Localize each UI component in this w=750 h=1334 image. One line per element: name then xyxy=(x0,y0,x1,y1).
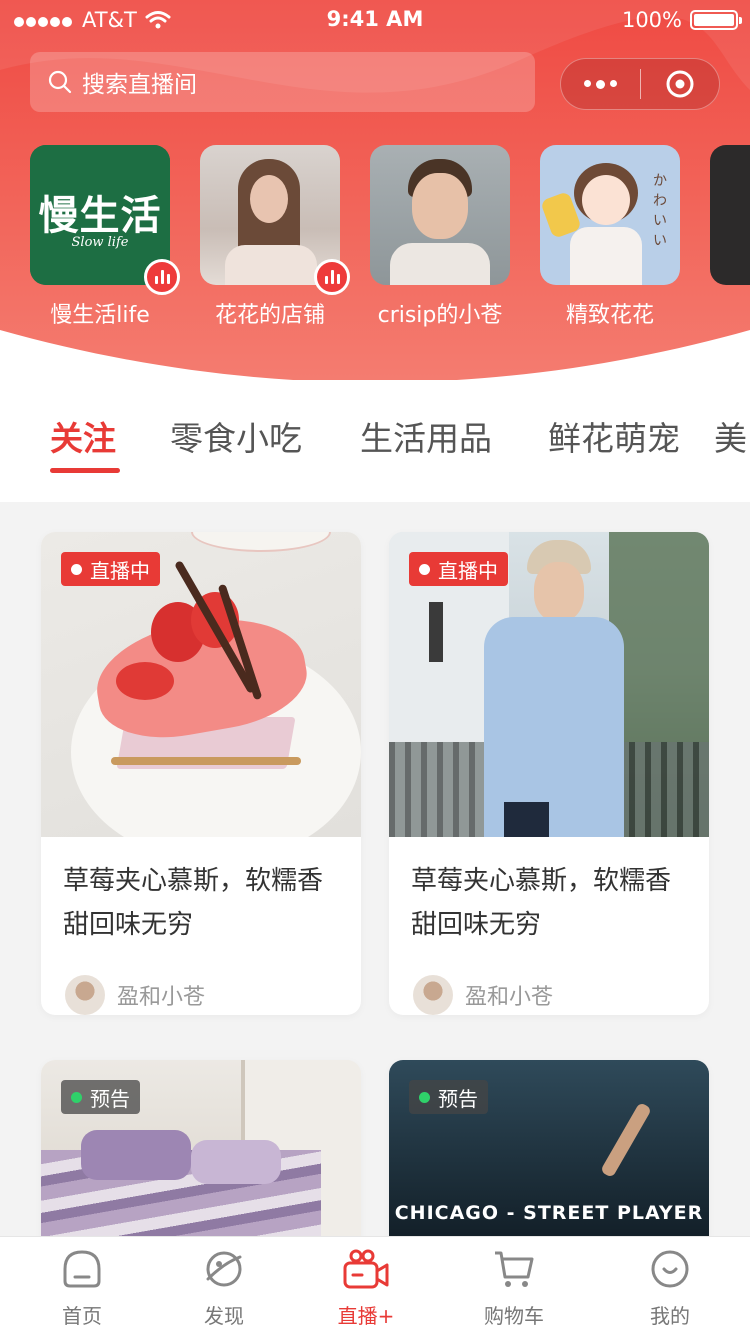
tabbar-cart[interactable]: 购物车 xyxy=(454,1247,574,1329)
tabbar-discover[interactable]: 发现 xyxy=(164,1247,284,1329)
avatar xyxy=(413,975,453,1015)
live-dot-icon xyxy=(419,563,430,575)
logo-subtext: Slow life xyxy=(71,235,129,250)
battery-percent: 100% xyxy=(621,8,682,32)
tab-label: 直播+ xyxy=(337,1304,395,1328)
tab-label: 首页 xyxy=(62,1304,102,1328)
tab-beauty[interactable]: 美 xyxy=(714,412,747,460)
card-author: 盈和小苍 xyxy=(41,963,361,1015)
avatar: 慢生活 Slow life xyxy=(30,145,180,295)
cover-image: 直播中 xyxy=(389,532,709,837)
story-item[interactable] xyxy=(710,145,750,285)
avatar xyxy=(65,975,105,1015)
cover-image: 直播中 xyxy=(41,532,361,837)
live-stories-row: 慢生活 Slow life 慢生活life 花花的店铺 crisip的小苍 か … xyxy=(0,145,750,335)
tabbar-me[interactable]: 我的 xyxy=(610,1247,730,1329)
search-bar[interactable]: 搜索直播间 xyxy=(30,52,535,112)
badge-label: 预告 xyxy=(90,1086,130,1111)
tab-label: 发现 xyxy=(204,1304,244,1328)
cover-image: CHICAGO - STREET PLAYER 预告 xyxy=(389,1060,709,1260)
cart-icon xyxy=(495,1251,534,1287)
live-indicator-icon xyxy=(314,259,350,295)
miniapp-capsule xyxy=(560,58,720,110)
category-tabs: 关注 零食小吃 生活用品 鲜花萌宠 美 xyxy=(0,380,750,502)
cover-overlay-text: CHICAGO - STREET PLAYER xyxy=(394,1202,704,1224)
status-bar: AT&T 9:41 AM 100% xyxy=(0,0,750,40)
preview-card[interactable]: 预告 xyxy=(41,1060,361,1260)
preview-badge: 预告 xyxy=(61,1080,140,1114)
tab-follow[interactable]: 关注 xyxy=(50,412,116,460)
card-author: 盈和小苍 xyxy=(389,963,709,1015)
live-badge: 直播中 xyxy=(409,552,508,586)
author-name: 盈和小苍 xyxy=(465,985,554,1010)
badge-label: 预告 xyxy=(438,1086,478,1111)
bottom-tab-bar: 首页 发现 直播+ 购物车 我的 xyxy=(0,1236,750,1334)
card-title: 草莓夹心慕斯，软糯香甜回味无穷 xyxy=(411,866,672,940)
hero-header: AT&T 9:41 AM 100% 搜索直播间 慢生活 Slow life 慢生… xyxy=(0,0,750,380)
story-name: crisip的小苍 xyxy=(377,303,503,328)
live-card[interactable]: 直播中 草莓夹心慕斯，软糯香甜回味无穷 盈和小苍 xyxy=(389,532,709,1015)
story-name: 慢生活life xyxy=(50,303,150,328)
badge-label: 直播中 xyxy=(438,558,498,583)
tab-label: 我的 xyxy=(650,1304,690,1328)
video-camera-icon xyxy=(343,1249,389,1289)
live-card[interactable]: 直播中 草莓夹心慕斯，软糯香甜回味无穷 盈和小苍 xyxy=(41,532,361,1015)
author-name: 盈和小苍 xyxy=(117,985,206,1010)
battery-icon xyxy=(690,10,742,30)
search-icon xyxy=(48,70,72,94)
logo-text: 慢生活 xyxy=(38,193,162,239)
home-icon xyxy=(63,1250,101,1288)
preview-badge: 预告 xyxy=(409,1080,488,1114)
avatar xyxy=(200,145,350,295)
avatar xyxy=(370,145,510,285)
badge-label: 直播中 xyxy=(90,558,150,583)
tab-flowers-pets[interactable]: 鲜花萌宠 xyxy=(548,412,680,460)
preview-card[interactable]: CHICAGO - STREET PLAYER 预告 xyxy=(389,1060,709,1260)
tab-daily-goods[interactable]: 生活用品 xyxy=(360,412,492,460)
cover-image: 预告 xyxy=(41,1060,361,1260)
avatar xyxy=(710,145,750,285)
avatar: かわいい xyxy=(540,145,680,285)
tab-label: 购物车 xyxy=(484,1304,544,1328)
story-name: 精致花花 xyxy=(565,303,654,328)
preview-dot-icon xyxy=(71,1091,82,1103)
live-badge: 直播中 xyxy=(61,552,160,586)
preview-dot-icon xyxy=(419,1091,430,1103)
story-item[interactable]: 慢生活 Slow life 慢生活life xyxy=(30,145,180,329)
story-item[interactable]: かわいい 精致花花 xyxy=(540,145,680,329)
smile-icon xyxy=(651,1250,689,1288)
more-dots-icon[interactable] xyxy=(561,79,640,89)
planet-icon xyxy=(206,1251,242,1287)
target-icon[interactable] xyxy=(641,69,720,99)
card-title: 草莓夹心慕斯，软糯香甜回味无穷 xyxy=(63,866,324,940)
search-placeholder: 搜索直播间 xyxy=(82,72,197,98)
live-indicator-icon xyxy=(144,259,180,295)
story-item[interactable]: crisip的小苍 xyxy=(370,145,510,329)
tabbar-home[interactable]: 首页 xyxy=(22,1247,142,1329)
tab-snacks[interactable]: 零食小吃 xyxy=(170,412,302,460)
battery-group: 100% xyxy=(621,8,742,32)
live-dot-icon xyxy=(71,563,82,575)
story-item[interactable]: 花花的店铺 xyxy=(200,145,350,329)
active-tab-indicator xyxy=(50,468,120,473)
story-name: 花花的店铺 xyxy=(214,303,325,328)
tabbar-live[interactable]: 直播+ xyxy=(306,1247,426,1329)
